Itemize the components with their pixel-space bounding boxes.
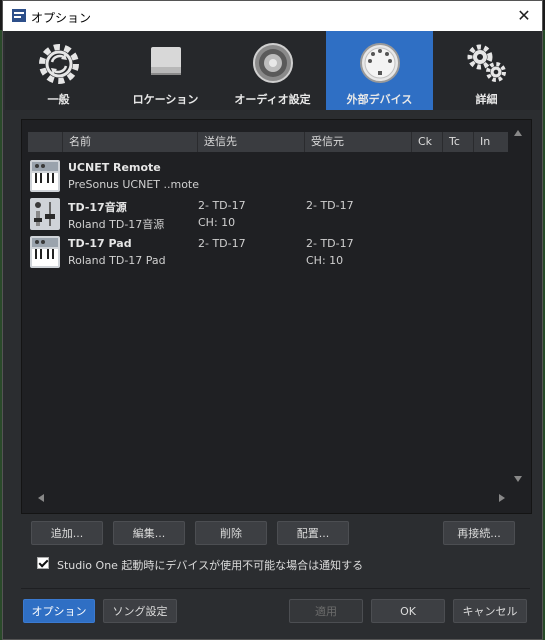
delete-device-button[interactable]: 削除 [195,521,267,545]
tab-external-devices[interactable]: 外部デバイス [326,31,433,110]
notify-unavailable-label: Studio One 起動時にデバイスが使用不可能な場合は通知する [57,559,364,572]
device-name: UCNET Remote [68,161,161,174]
tab-locations-label: ロケーション [132,93,199,106]
device-receive-port: 2- TD-17 [306,199,354,212]
cancel-button[interactable]: キャンセル [453,599,527,623]
window-title: オプション [31,11,92,25]
tab-audio-setup[interactable]: オーディオ設定 [219,31,326,110]
column-header-clock[interactable]: Ck [411,132,442,152]
keyboard-icon [30,236,60,268]
device-model: PreSonus UCNET ..mote [68,178,200,191]
device-list-panel: 名前 送信先 受信元 Ck Tc In UCNET Remote PreSonu… [21,119,532,514]
sync-gear-icon [38,44,79,84]
device-model: Roland TD-17音源 [68,218,165,231]
device-list-header: 名前 送信先 受信元 Ck Tc In [28,132,508,152]
scroll-down-arrow[interactable] [514,476,522,482]
mixer-fader-icon [30,198,60,230]
song-settings-button[interactable]: ソング設定 [103,599,177,623]
footer-divider [21,588,530,589]
tab-advanced-label: 詳細 [475,93,498,106]
device-name: TD-17 Pad [68,237,132,250]
device-send-port: 2- TD-17 [198,237,246,250]
device-receive-port: 2- TD-17 [306,237,354,250]
tab-audio-setup-label: オーディオ設定 [234,93,311,106]
edit-device-button[interactable]: 編集... [113,521,185,545]
tab-external-devices-label: 外部デバイス [346,93,413,106]
column-header-timecode[interactable]: Tc [442,132,473,152]
column-header-name[interactable]: 名前 [62,132,197,152]
category-tabs: 一般 ロケーション オーディオ設定 外部デバイス 詳細 [5,31,540,110]
device-row-ucnet-remote[interactable]: UCNET Remote PreSonus UCNET ..mote [28,158,508,196]
scroll-right-arrow[interactable] [499,494,505,502]
tab-locations[interactable]: ロケーション [112,31,219,110]
reconnect-button[interactable]: 再接続... [443,521,515,545]
device-receive-channel: CH: 10 [306,254,344,267]
device-model: Roland TD-17 Pad [68,254,166,267]
apply-button[interactable]: 適用 [289,599,363,623]
options-button[interactable]: オプション [23,599,95,623]
column-header-send[interactable]: 送信先 [197,132,304,152]
device-name: TD-17音源 [68,201,127,214]
drive-icon [150,47,181,75]
gears-icon [467,44,506,82]
speaker-icon [252,43,293,83]
notify-unavailable-checkbox[interactable] [37,557,49,569]
device-row-td17-pad[interactable]: TD-17 Pad Roland TD-17 Pad 2- TD-17 2- T… [28,234,508,272]
options-dialog: オプション ✕ 一般 ロケーション オーディオ設定 外部デバイス 詳細 名前 送… [2,0,543,640]
close-button[interactable]: ✕ [512,4,536,28]
midi-port-icon [359,43,400,83]
device-row-td17-sound[interactable]: TD-17音源 Roland TD-17音源 2- TD-17 CH: 10 2… [28,196,508,234]
ok-button[interactable]: OK [371,599,445,623]
app-icon [12,9,26,22]
keyboard-icon [30,160,60,192]
device-send-channel: CH: 10 [198,216,236,229]
close-icon: ✕ [517,6,531,25]
vertical-scrollbar[interactable] [511,130,525,490]
device-send-port: 2- TD-17 [198,199,246,212]
scroll-up-arrow[interactable] [514,130,522,136]
column-header-instrument[interactable]: In [473,132,508,152]
tab-general-label: 一般 [47,93,70,106]
tab-advanced[interactable]: 詳細 [433,31,540,110]
add-device-button[interactable]: 追加... [31,521,103,545]
tab-general[interactable]: 一般 [5,31,112,110]
title-bar: オプション ✕ [3,1,542,31]
scroll-left-arrow[interactable] [38,494,44,502]
arrange-button[interactable]: 配置... [277,521,349,545]
column-header-receive[interactable]: 受信元 [304,132,411,152]
device-list: 名前 送信先 受信元 Ck Tc In UCNET Remote PreSonu… [28,128,508,502]
